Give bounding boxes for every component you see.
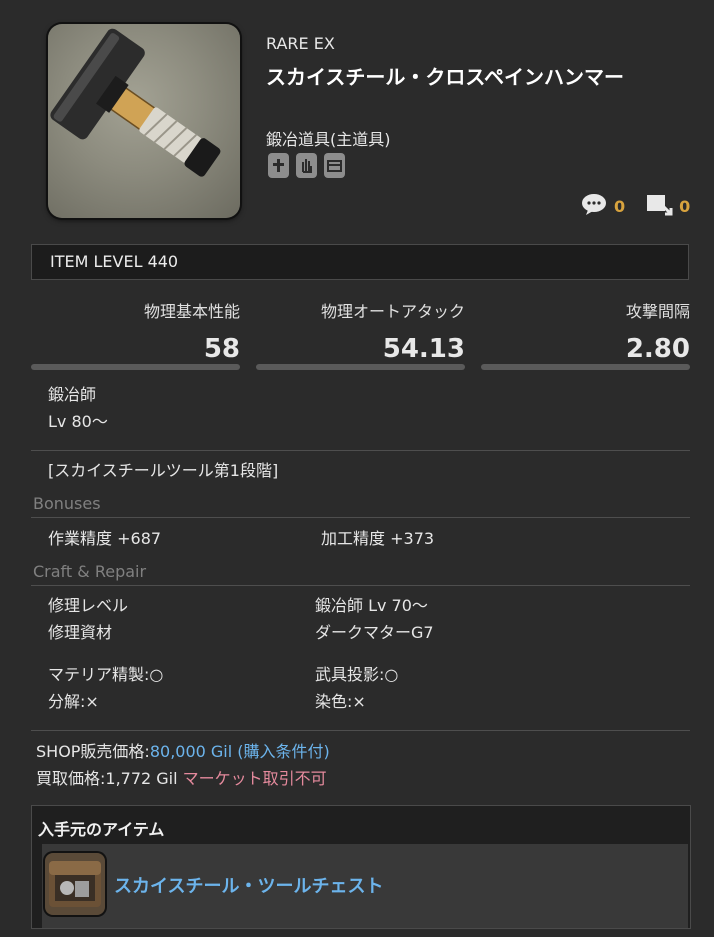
- stat-label: 物理基本性能: [143, 302, 240, 321]
- obtained-from-heading: 入手元のアイテム: [38, 820, 165, 839]
- counts-bar: 0 0: [580, 192, 690, 220]
- bonus-value: +687: [117, 529, 162, 548]
- purchase-condition-link[interactable]: (購入条件付): [237, 742, 330, 761]
- item-flag-icons: [268, 153, 345, 178]
- item-series: [スカイスチールツール第1段階]: [48, 461, 279, 480]
- repair-material-value: ダークマターG7: [315, 623, 434, 642]
- craft-repair-heading: Craft & Repair: [33, 562, 147, 581]
- item-category: 鍛冶道具(主道具): [266, 130, 391, 149]
- comment-icon[interactable]: [580, 193, 608, 219]
- loadstone-icon[interactable]: [645, 192, 673, 220]
- shop-price-value: 80,000 Gil: [149, 742, 233, 761]
- market-prohibited: マーケット取引不可: [182, 769, 327, 788]
- required-job: 鍛冶師: [48, 385, 97, 404]
- materia-melding: マテリア精製:○: [48, 665, 164, 684]
- item-rarity: RARE EX: [266, 34, 335, 53]
- stat-bar: [256, 364, 465, 370]
- stat-label: 物理オートアタック: [320, 302, 465, 321]
- bonuses-heading: Bonuses: [33, 494, 101, 513]
- plus-shield-icon: [268, 153, 289, 178]
- stat-label: 攻撃間隔: [625, 302, 690, 321]
- bonus-control: 加工精度 +373: [321, 525, 434, 549]
- divider: [31, 585, 690, 586]
- repair-level-label: 修理レベル: [48, 596, 129, 615]
- shop-price: SHOP販売価格:80,000 Gil (購入条件付): [36, 738, 330, 762]
- bonus-label: 作業精度: [48, 529, 113, 548]
- item-level: ITEM LEVEL 440: [31, 244, 689, 280]
- dye: 染色:×: [315, 692, 366, 711]
- divider: [31, 730, 690, 731]
- glamour: 武具投影:○: [315, 665, 399, 684]
- comment-count: 0: [614, 196, 626, 216]
- stat-value: 2.80: [625, 334, 690, 364]
- repair-level-value: 鍛冶師 Lv 70〜: [315, 596, 428, 615]
- stat-physical-damage: 物理基本性能 58: [31, 298, 240, 370]
- shop-price-label: SHOP販売価格:: [36, 742, 150, 761]
- item-image: [48, 24, 240, 218]
- loadstone-count: 0: [679, 196, 691, 216]
- repair-material-label: 修理資材: [48, 623, 113, 642]
- divider: [31, 517, 690, 518]
- stat-bar: [31, 364, 240, 370]
- divider: [31, 450, 690, 451]
- stat-delay: 攻撃間隔 2.80: [481, 298, 690, 370]
- item-name: スカイスチール・クロスペインハンマー: [266, 65, 624, 89]
- sell-price: 買取価格:1,772 Gil マーケット取引不可: [36, 765, 327, 789]
- obtained-from-item[interactable]: スカイスチール・ツールチェスト: [42, 844, 688, 928]
- stat-bar: [481, 364, 690, 370]
- bonus-craftsmanship: 作業精度 +687: [48, 525, 161, 549]
- required-level: Lv 80〜: [48, 412, 108, 431]
- bonus-value: +373: [390, 529, 435, 548]
- obtained-item-link[interactable]: スカイスチール・ツールチェスト: [114, 872, 383, 898]
- stat-value: 54.13: [382, 334, 465, 364]
- obtained-from-section: 入手元のアイテム スカイスチール・ツールチェスト: [31, 805, 691, 929]
- bonus-label: 加工精度: [321, 529, 386, 548]
- hand-glove-icon: [296, 153, 317, 178]
- desynthesis: 分解:×: [48, 692, 99, 711]
- hammer-icon: [50, 28, 221, 177]
- chest-icon[interactable]: [45, 853, 105, 915]
- stat-auto-attack: 物理オートアタック 54.13: [256, 298, 465, 370]
- storage-chest-icon: [324, 153, 345, 178]
- sell-price-label: 買取価格:1,772 Gil: [36, 769, 178, 788]
- stat-value: 58: [203, 334, 240, 364]
